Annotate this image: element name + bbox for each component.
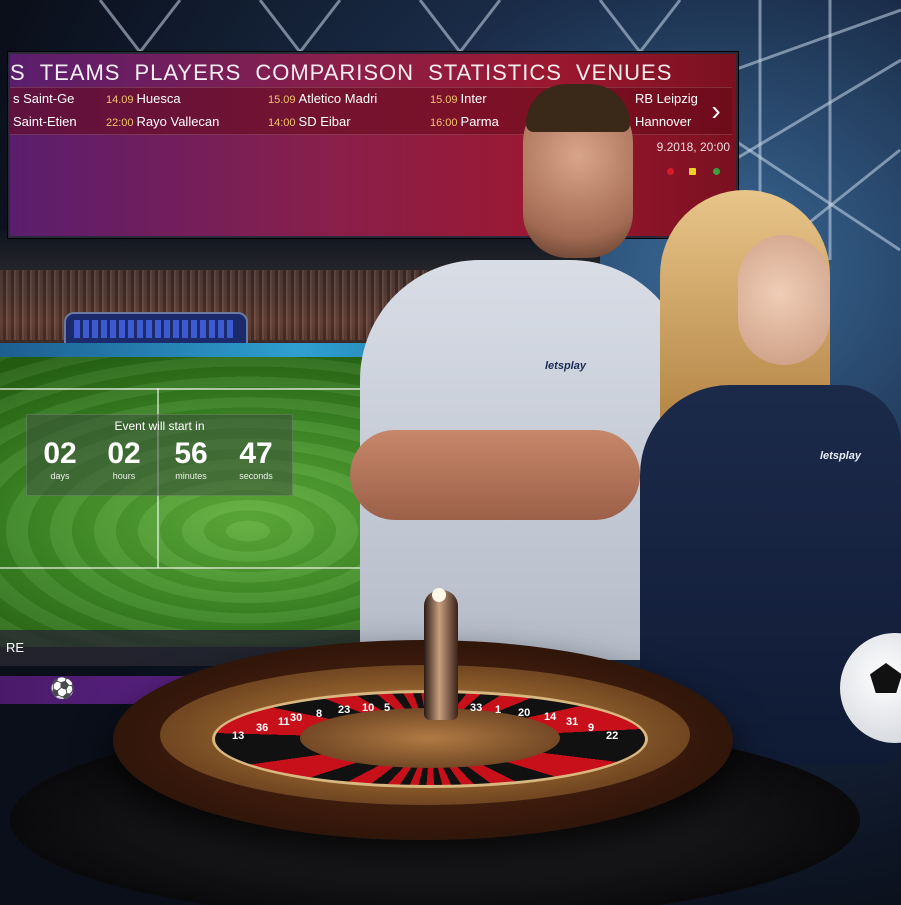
roulette-number: 22	[606, 730, 619, 742]
fixture-home-team: RB Leipzig	[635, 91, 698, 106]
brand-logo: letsplay	[545, 360, 586, 372]
fixture-home-team: Huesca	[136, 91, 181, 106]
roulette-number: 8	[316, 708, 323, 720]
fixture-away-team: SD Eibar	[298, 114, 351, 129]
status-dot-red	[667, 168, 674, 175]
fixture-away-team: Rayo Vallecan	[136, 114, 220, 129]
seconds-value: 47	[239, 437, 273, 470]
nav-item-players[interactable]: PLAYERS	[134, 60, 241, 88]
event-datetime: 9.2018, 20:00	[656, 140, 730, 154]
roulette-number: 10	[362, 702, 375, 714]
countdown-seconds: 47 seconds	[225, 437, 287, 481]
hours-value: 02	[107, 437, 141, 470]
roulette-spindle	[424, 590, 458, 720]
roulette-number: 30	[290, 712, 303, 724]
countdown-minutes: 56 minutes	[160, 437, 222, 481]
roulette-number: 20	[518, 707, 531, 719]
roulette-number: 31	[566, 716, 579, 728]
female-presenter-face	[738, 235, 830, 365]
countdown-hours: 02 hours	[93, 437, 155, 481]
hours-label: hours	[112, 471, 136, 481]
roulette-number: 33	[470, 702, 483, 714]
minutes-value: 56	[174, 437, 208, 470]
fixture-home-team: Inter	[460, 91, 487, 106]
days-label: days	[50, 471, 70, 481]
roulette-number: 14	[544, 711, 557, 723]
status-card-yellow	[689, 168, 696, 175]
fixture-card[interactable]: RB Leipzig Hannover	[632, 88, 712, 134]
roulette-number: 9	[588, 722, 595, 734]
fixture-away-team: Parma	[460, 114, 499, 129]
roulette-number: 11	[278, 716, 290, 728]
seconds-label: seconds	[239, 471, 273, 481]
roulette-number: 13	[232, 730, 245, 742]
bottom-tab-label[interactable]: RE	[6, 640, 24, 655]
days-value: 02	[43, 437, 77, 470]
status-dot-green	[713, 168, 720, 175]
countdown-days: 02 days	[29, 437, 91, 481]
promo-banner: S TEAMS PLAYERS COMPARISON STATISTICS VE…	[0, 0, 901, 905]
fixture-home-team: s Saint-Ge	[13, 91, 75, 106]
fixture-time: 14:00	[268, 117, 296, 129]
roulette-ball	[432, 588, 446, 602]
nav-item-teams[interactable]: TEAMS	[40, 60, 121, 88]
roulette-number: 1	[495, 704, 502, 716]
chevron-right-icon[interactable]: ›	[706, 96, 726, 126]
roulette-number: 36	[256, 722, 269, 734]
roulette-number: 23	[338, 704, 351, 716]
countdown-widget: Event will start in 02 days 02 hours 56 …	[26, 414, 293, 496]
minutes-label: minutes	[175, 471, 207, 481]
fixture-time: 16:00	[430, 117, 458, 129]
nav-item-comparison[interactable]: COMPARISON	[255, 60, 414, 88]
fixture-away-team: Hannover	[635, 114, 692, 129]
fixture-date: 15.09	[430, 94, 458, 106]
fixture-home-team: Atletico Madri	[298, 91, 378, 106]
soccer-ball-icon[interactable]: ⚽	[50, 678, 75, 700]
fixture-card[interactable]: s Saint-Ge Saint-Etien	[10, 88, 98, 134]
roulette-number: 5	[384, 702, 391, 714]
male-presenter-arms	[350, 430, 640, 520]
fixture-card[interactable]: 14.09 Huesca 22:00 Rayo Vallecan	[106, 88, 246, 134]
nav-item-statistics[interactable]: STATISTICS	[428, 60, 562, 88]
fixture-away-team: Saint-Etien	[13, 114, 77, 129]
fixture-date: 14.09	[106, 94, 134, 106]
fixture-date: 15.09	[268, 94, 296, 106]
fixture-time: 22:00	[106, 117, 134, 129]
fixture-card[interactable]: 15.09 Atletico Madri 14:00 SD Eibar	[268, 88, 418, 134]
countdown-title: Event will start in	[114, 419, 205, 433]
brand-logo: letsplay	[820, 450, 861, 462]
nav-item-s[interactable]: S	[10, 60, 26, 88]
fixture-card[interactable]: 15.09 Inter 16:00 Parma	[430, 88, 540, 134]
